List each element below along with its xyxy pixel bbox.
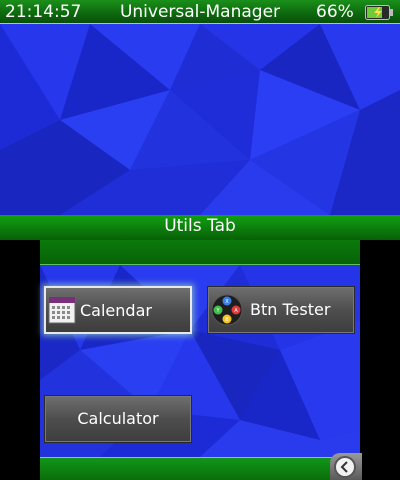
calculator-button-label: Calculator [77, 409, 159, 428]
btn-tester-button[interactable]: X A Y B Btn Tester [207, 286, 355, 334]
tab-title: Utils Tab [164, 216, 236, 236]
calculator-button[interactable]: Calculator [44, 395, 192, 443]
bottom-background [40, 240, 360, 480]
calendar-button[interactable]: Calendar [44, 286, 192, 334]
background-pattern-bottom [40, 240, 360, 480]
bottom-screen: Calendar X A Y B Btn Tester Calculator [0, 240, 400, 480]
gamepad-buttons-icon: X A Y B [211, 294, 243, 326]
status-bar: 21:14:57 Universal-Manager 66% [0, 0, 400, 24]
bottom-footer-bar [40, 457, 360, 480]
calendar-icon [48, 296, 76, 324]
top-screen: 21:14:57 Universal-Manager 66% [0, 0, 400, 240]
svg-text:B: B [225, 317, 229, 323]
app-window: 21:14:57 Universal-Manager 66% Calendar … [0, 0, 400, 480]
tab-header-bar [40, 240, 360, 265]
svg-text:X: X [225, 299, 229, 305]
btn-tester-button-label: Btn Tester [250, 300, 331, 319]
background-pattern [0, 0, 400, 240]
chevron-left-icon [340, 461, 348, 473]
battery-charging-icon [365, 5, 393, 20]
tab-title-bar: Utils Tab [0, 215, 400, 240]
battery-percentage: 66% [316, 2, 354, 22]
calendar-button-label: Calendar [80, 301, 152, 320]
svg-text:A: A [234, 308, 238, 314]
back-button[interactable] [334, 456, 356, 478]
